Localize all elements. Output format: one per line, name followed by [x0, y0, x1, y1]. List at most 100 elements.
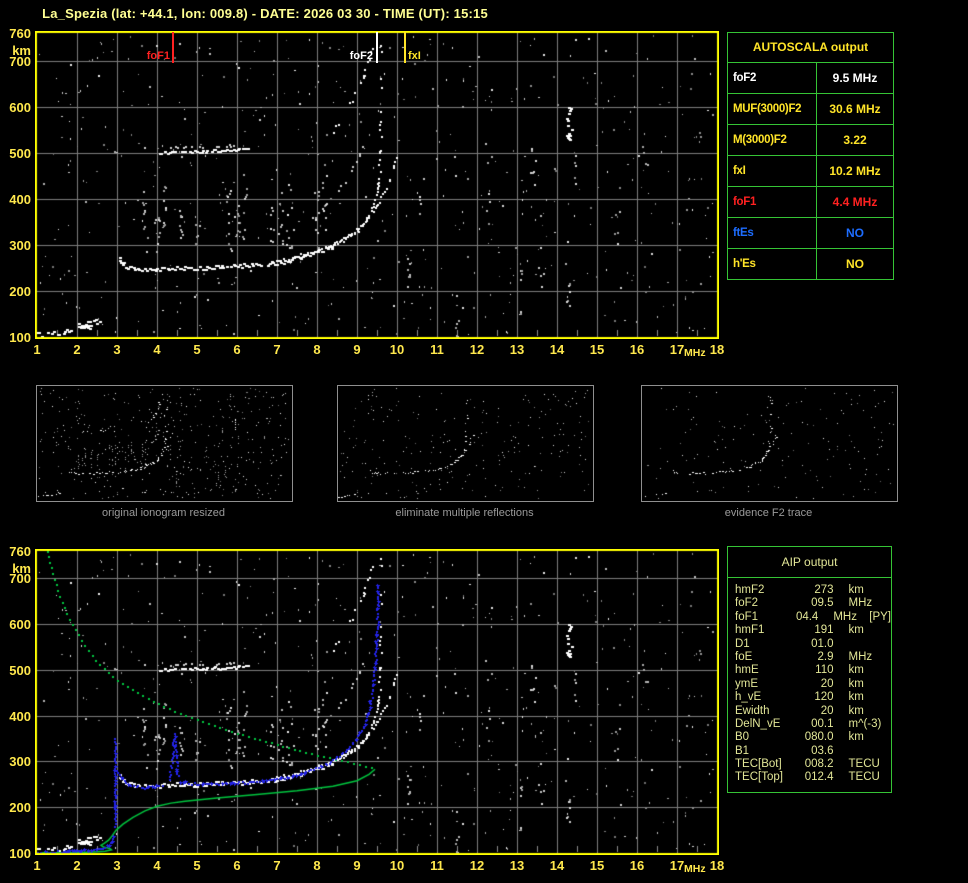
- marker-label-fxi: fxI: [408, 50, 421, 62]
- x-tick-label: 5: [193, 342, 201, 357]
- aip-table-body: hmF2 273 km foF2 09.5 MHz foF1 04.4 MHz [PY] hmF1 1…: [728, 578, 891, 785]
- table-row: M(3000)F2 3.22: [728, 125, 893, 156]
- parameter-value: 2.9: [817, 650, 834, 663]
- x-tick-label: 6: [233, 342, 241, 357]
- y-tick-label: 760: [9, 544, 31, 559]
- parameter-label: h'Es: [728, 249, 817, 279]
- marker-line-fxi: [404, 32, 406, 63]
- marker-line-fof1: [172, 32, 174, 63]
- x-tick-label: 7: [273, 342, 281, 357]
- y-axis-unit-label: km: [12, 561, 31, 576]
- parameter-value: 008.2: [804, 758, 834, 771]
- parameter-value: NO: [846, 226, 864, 240]
- x-tick-label: 11: [430, 858, 444, 873]
- parameter-label: M(3000)F2: [728, 125, 817, 155]
- parameter-label: TEC[Bot]: [735, 758, 782, 771]
- parameter-note: [PY]: [869, 610, 891, 623]
- parameter-unit: km: [848, 704, 864, 717]
- thumbnail-original-ionogram: [36, 385, 293, 502]
- x-tick-label: 9: [353, 858, 361, 873]
- table-row: Ewidth 20 km: [735, 705, 891, 718]
- parameter-value: 20: [820, 704, 834, 717]
- x-tick-label: 2: [73, 342, 81, 357]
- parameter-unit: km: [848, 691, 864, 704]
- x-tick-label: 12: [469, 858, 485, 873]
- x-tick-label: 10: [389, 342, 405, 357]
- x-tick-label: 2: [73, 858, 81, 873]
- ionogram-top-canvas: [35, 31, 719, 339]
- parameter-label: D1: [735, 637, 750, 650]
- table-row: D1 01.0: [735, 638, 891, 651]
- y-tick-label: 100: [9, 330, 31, 345]
- y-axis-unit-label: km: [12, 43, 31, 58]
- x-tick-label: 8: [313, 858, 321, 873]
- x-tick-label: 3: [113, 342, 121, 357]
- parameter-label: foE: [735, 650, 753, 663]
- x-tick-label: 10: [389, 858, 405, 873]
- table-row: h_vE 120 km: [735, 691, 891, 704]
- parameter-value: 10.2 MHz: [829, 164, 881, 178]
- thumbnail-caption-evidence: evidence F2 trace: [724, 507, 813, 519]
- parameter-value: 3.22: [843, 133, 867, 147]
- autoscala-output-table: AUTOSCALA output foF2 9.5 MHz MUF(3000)F2 3…: [727, 32, 894, 280]
- ionogram-bottom-canvas: [35, 549, 719, 855]
- table-row: h'Es NO: [728, 249, 893, 279]
- parameter-value: 30.6 MHz: [829, 102, 881, 116]
- parameter-label: fxI: [728, 156, 817, 186]
- x-tick-label: 13: [509, 858, 525, 873]
- x-tick-label: 6: [233, 858, 241, 873]
- x-tick-label: 11: [430, 342, 444, 357]
- table-row: hmF2 273 km: [735, 584, 891, 597]
- parameter-label: TEC[Top]: [735, 771, 783, 784]
- aip-table-header: AIP output: [728, 547, 891, 578]
- parameter-value: 110: [815, 664, 834, 677]
- table-row: TEC[Top] 012.4 TECU: [735, 771, 891, 784]
- parameter-label: ftEs: [728, 218, 817, 248]
- table-row: foF2 9.5 MHz: [728, 63, 893, 94]
- table-row: fxI 10.2 MHz: [728, 156, 893, 187]
- parameter-value: 09.5: [811, 597, 834, 610]
- parameter-unit: MHz: [848, 650, 873, 663]
- x-tick-label: 18: [709, 858, 725, 873]
- parameter-value: 01.0: [811, 637, 834, 650]
- x-tick-label: 4: [153, 858, 161, 873]
- table-row: ymE 20 km: [735, 678, 891, 691]
- parameter-label: B0: [735, 731, 750, 744]
- y-tick-label: 400: [9, 191, 31, 207]
- parameter-unit: m^(-3): [848, 717, 882, 730]
- table-row: DelN_vE 00.1 m^(-3): [735, 718, 891, 731]
- parameter-label: hmF1: [735, 624, 765, 637]
- y-tick-label: 300: [9, 237, 31, 253]
- parameter-label: hmF2: [735, 584, 765, 596]
- parameter-value: 273: [814, 584, 834, 596]
- marker-label-fof2: foF2: [349, 50, 373, 62]
- parameter-label: hmE: [735, 664, 759, 677]
- parameter-value: 080.0: [804, 731, 834, 744]
- parameter-unit: km: [848, 584, 864, 596]
- parameter-value: 03.6: [811, 744, 834, 757]
- parameter-unit: TECU: [848, 771, 880, 784]
- y-tick-label: 300: [9, 754, 31, 770]
- y-tick-label: 500: [9, 662, 31, 678]
- x-tick-label: 5: [193, 858, 201, 873]
- y-tick-label: 760: [9, 26, 31, 41]
- parameter-label: MUF(3000)F2: [728, 94, 817, 124]
- autoscala-app-screen: La_Spezia (lat: +44.1, lon: 009.8) - DAT…: [0, 0, 968, 883]
- parameter-value: 012.4: [804, 771, 834, 784]
- parameter-label: B1: [735, 744, 750, 757]
- x-tick-label: 16: [629, 342, 645, 357]
- parameter-value: NO: [846, 257, 864, 271]
- autoscala-table-body: foF2 9.5 MHz MUF(3000)F2 30.6 MHz M(3000)F2 3…: [728, 63, 893, 279]
- x-tick-label: 15: [589, 342, 605, 357]
- x-tick-label: 18: [709, 342, 725, 357]
- parameter-label: foF2: [735, 597, 759, 610]
- parameter-label: h_vE: [735, 691, 762, 704]
- x-tick-label: 9: [353, 342, 361, 357]
- y-tick-label: 100: [9, 846, 31, 861]
- table-row: ftEs NO: [728, 218, 893, 249]
- x-tick-label: 16: [629, 858, 645, 873]
- parameter-value: 20: [820, 677, 834, 690]
- x-tick-label: 7: [273, 858, 281, 873]
- y-tick-label: 400: [9, 708, 31, 724]
- table-row: MUF(3000)F2 30.6 MHz: [728, 94, 893, 125]
